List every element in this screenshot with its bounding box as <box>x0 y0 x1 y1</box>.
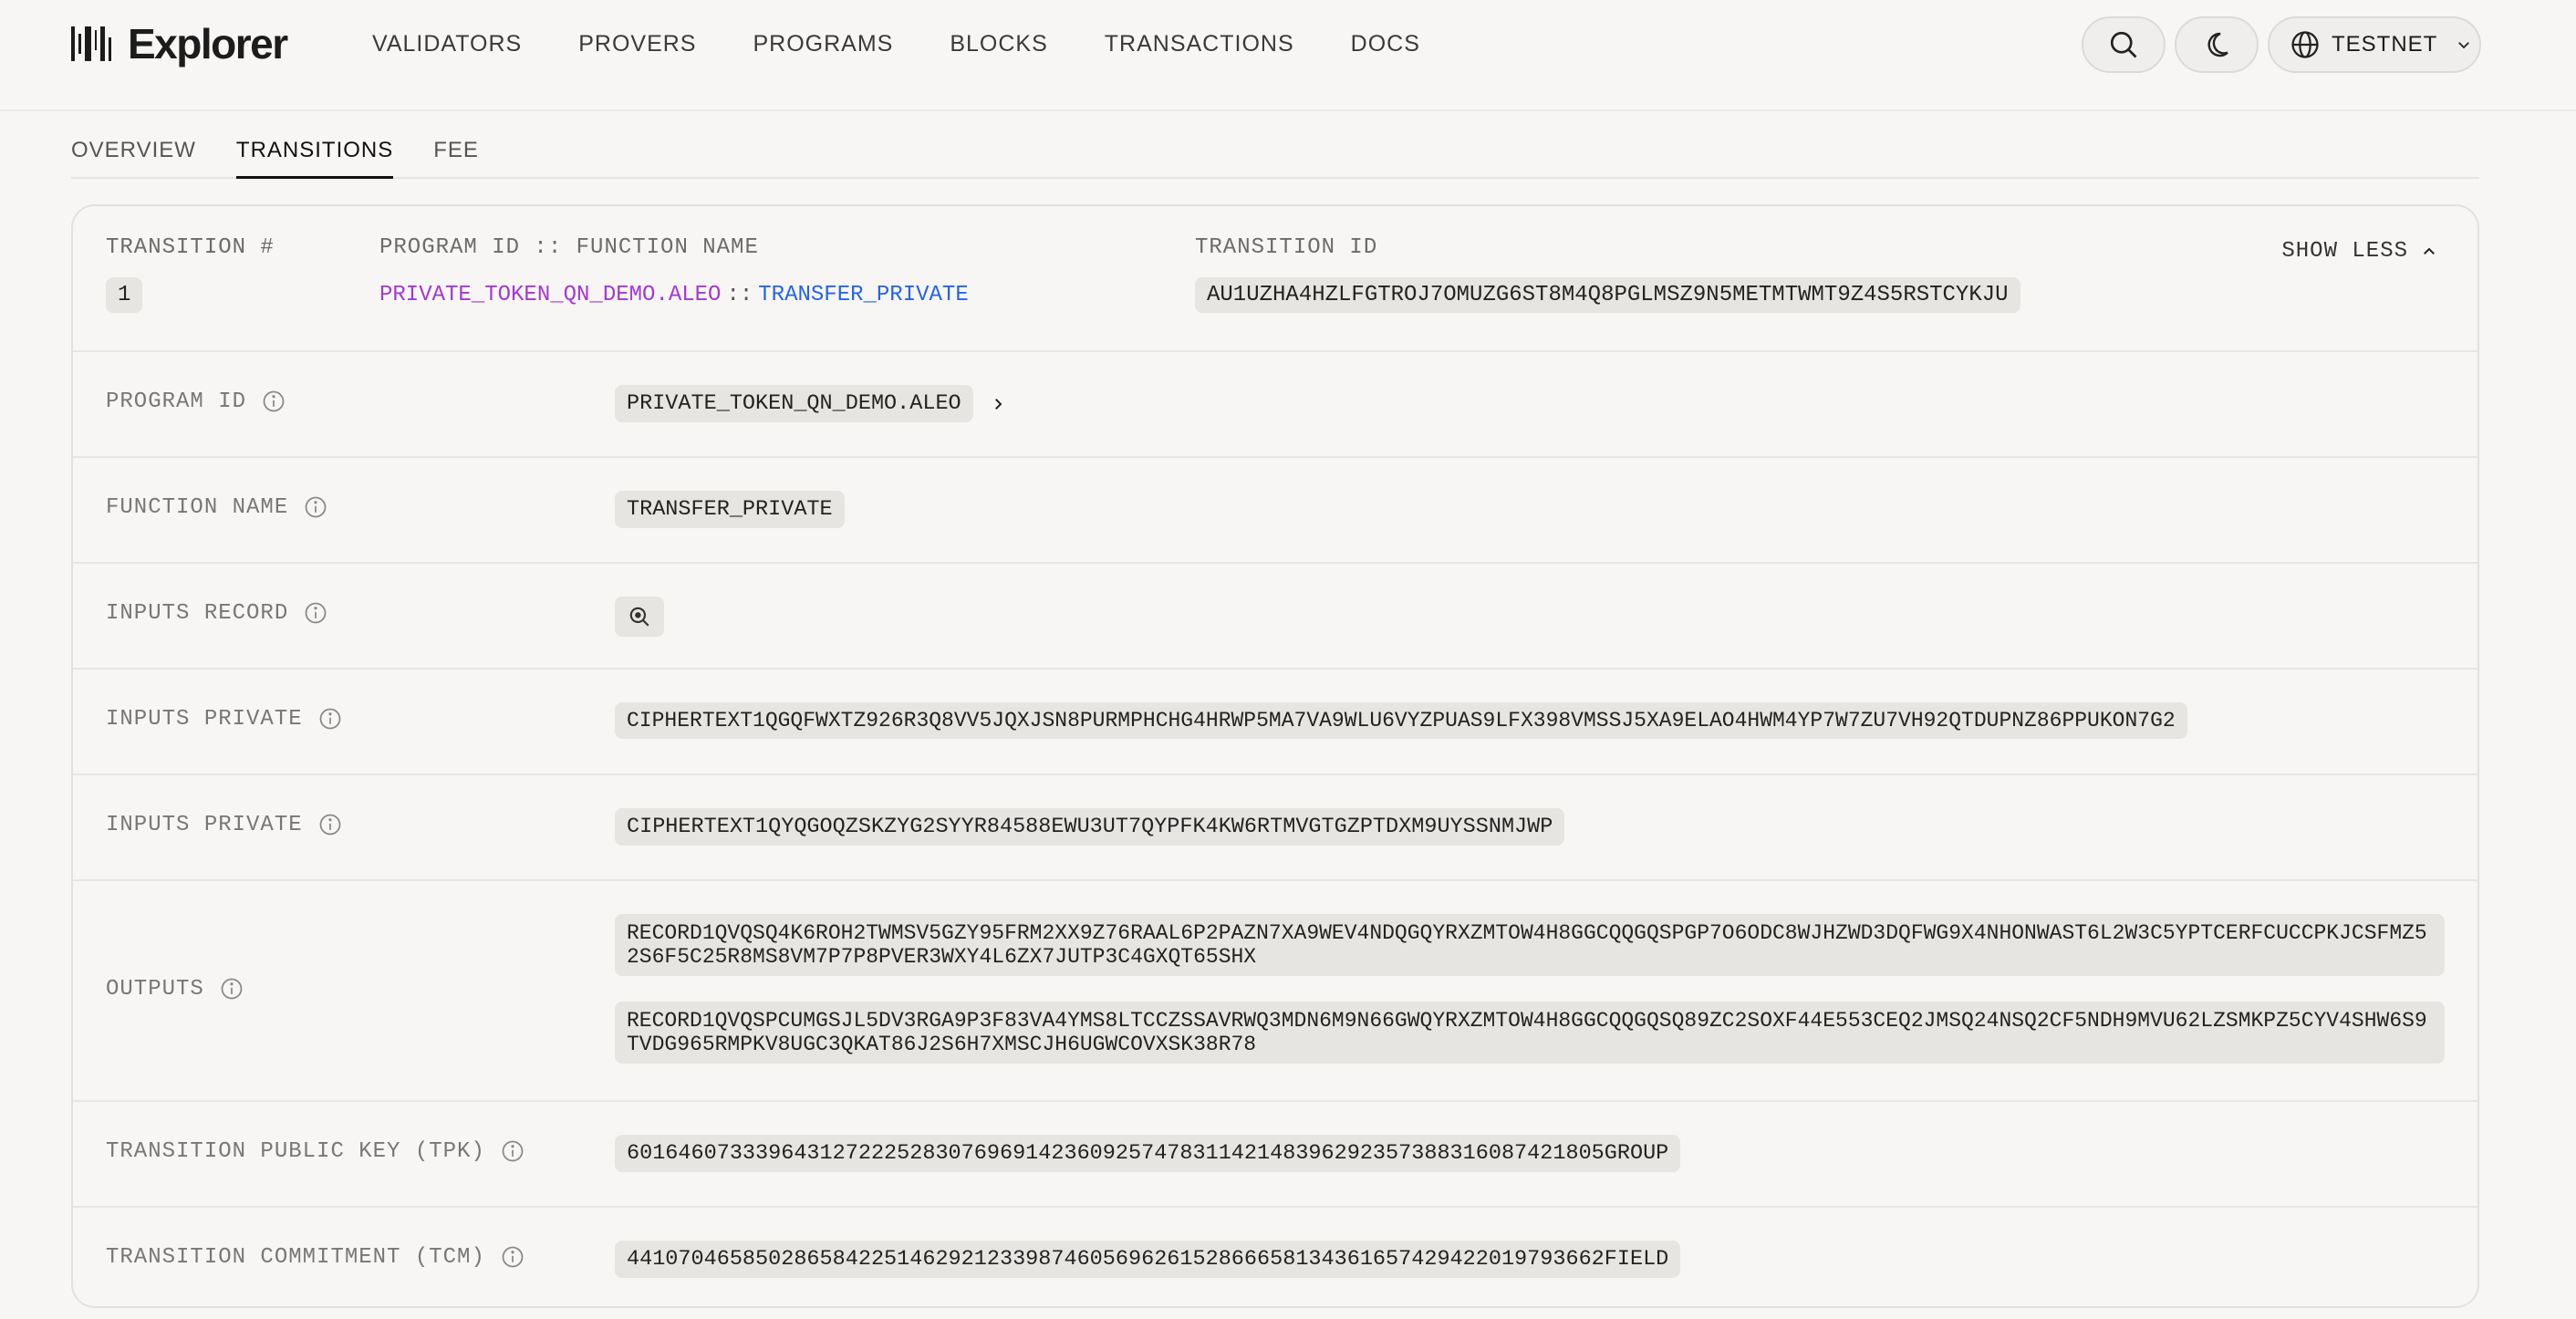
info-icon[interactable] <box>303 494 328 520</box>
inputs-private-label: INPUTS PRIVATE <box>106 812 343 837</box>
info-icon[interactable] <box>500 1244 525 1270</box>
tcm-value: 4410704658502865842251462921233987460569… <box>615 1241 1681 1278</box>
inputs-private-value: CIPHERTEXT1QYQGOQZSKZYG2SYYR84588EWU3UT7… <box>615 808 1565 846</box>
transition-id: AU1UZHA4HZLFGTROJ7OMUZG6ST8M4Q8PGLMSZ9N5… <box>1195 277 2020 313</box>
outputs-label-text: OUTPUTS <box>106 976 204 1002</box>
function-name-pill[interactable]: TRANSFER_PRIVATE <box>615 491 845 528</box>
tcm-label: TRANSITION COMMITMENT (TCM) <box>106 1244 525 1270</box>
transition-id-header: TRANSITION ID <box>1195 235 1378 260</box>
function-name-row: FUNCTION NAME TRANSFER_PRIVATE <box>73 458 2477 564</box>
main-nav: VALIDATORS PROVERS PROGRAMS BLOCKS TRANS… <box>372 27 1420 60</box>
program-id-value: PRIVATE_TOKEN_QN_DEMO.ALEO <box>615 385 1006 422</box>
nav-programs[interactable]: PROGRAMS <box>753 27 893 60</box>
transition-number: 1 <box>106 277 143 313</box>
inputs-private-value: CIPHERTEXT1QGQFWXTZ926R3Q8VV5JQXJSN8PURM… <box>615 702 2187 739</box>
chevron-up-icon <box>2424 247 2435 254</box>
transition-summary: TRANSITION # PROGRAM ID :: FUNCTION NAME… <box>73 206 2477 352</box>
tcm-label-text: TRANSITION COMMITMENT (TCM) <box>106 1244 485 1270</box>
info-icon[interactable] <box>317 812 343 837</box>
info-icon[interactable] <box>317 706 343 732</box>
tab-overview[interactable]: OVERVIEW <box>71 133 196 179</box>
transition-card: TRANSITION # PROGRAM ID :: FUNCTION NAME… <box>71 204 2479 1308</box>
function-name-value: TRANSFER_PRIVATE <box>615 491 845 528</box>
program-function-header: PROGRAM ID :: FUNCTION NAME <box>379 235 759 260</box>
tcm-pill[interactable]: 4410704658502865842251462921233987460569… <box>615 1241 1681 1278</box>
search-button[interactable] <box>2082 16 2166 73</box>
nav-provers[interactable]: PROVERS <box>578 27 696 60</box>
inputs-private-label-text: INPUTS PRIVATE <box>106 706 303 732</box>
program-function-separator: :: <box>726 283 753 307</box>
tpk-label-text: TRANSITION PUBLIC KEY (TPK) <box>106 1138 485 1164</box>
program-id-label-text: PROGRAM ID <box>106 389 247 414</box>
tab-transitions[interactable]: TRANSITIONS <box>235 133 394 179</box>
top-header: Explorer VALIDATORS PROVERS PROGRAMS BLO… <box>0 0 2576 111</box>
info-icon[interactable] <box>219 976 244 1002</box>
program-id-pill[interactable]: PRIVATE_TOKEN_QN_DEMO.ALEO <box>615 385 973 422</box>
tcm-row: TRANSITION COMMITMENT (TCM) 441070465850… <box>73 1208 2477 1306</box>
tpk-value: 6016460733396431272225283076969142360925… <box>615 1135 1681 1172</box>
inputs-record-label: INPUTS RECORD <box>106 600 328 626</box>
zoom-in-icon <box>629 607 649 627</box>
record-output[interactable]: RECORD1QVQSPCUMGSJL5DV3RGA9P3F83VA4YMS8L… <box>615 1002 2445 1064</box>
function-name-link[interactable]: TRANSFER_PRIVATE <box>758 283 968 307</box>
outputs-value: RECORD1QVQSQ4K6ROH2TWMSV5GZY95FRM2XX9Z76… <box>615 914 2445 1064</box>
network-selector[interactable]: TESTNET <box>2268 16 2481 73</box>
program-id-link[interactable]: PRIVATE_TOKEN_QN_DEMO.ALEO <box>379 283 721 307</box>
program-id-label: PROGRAM ID <box>106 389 286 414</box>
transition-id-badge[interactable]: AU1UZHA4HZLFGTROJ7OMUZG6ST8M4Q8PGLMSZ9N5… <box>1195 277 2020 313</box>
inputs-private-label-text: INPUTS PRIVATE <box>106 812 303 837</box>
info-icon[interactable] <box>500 1138 525 1164</box>
transition-number-header: TRANSITION # <box>106 235 275 260</box>
tpk-pill[interactable]: 6016460733396431272225283076969142360925… <box>615 1135 1681 1172</box>
view-record-button[interactable] <box>615 597 664 637</box>
tpk-row: TRANSITION PUBLIC KEY (TPK) 601646073339… <box>73 1102 2477 1208</box>
chevron-down-icon <box>2458 42 2470 49</box>
info-icon[interactable] <box>303 600 328 626</box>
ciphertext-pill[interactable]: CIPHERTEXT1QYQGOQZSKZYG2SYYR84588EWU3UT7… <box>615 808 1565 846</box>
nav-docs[interactable]: DOCS <box>1351 27 1420 60</box>
program-id-row: PROGRAM ID PRIVATE_TOKEN_QN_DEMO.ALEO <box>73 352 2477 458</box>
ciphertext-pill[interactable]: CIPHERTEXT1QGQFWXTZ926R3Q8VV5JQXJSN8PURM… <box>615 702 2187 739</box>
tab-fee[interactable]: FEE <box>433 133 479 179</box>
tpk-label: TRANSITION PUBLIC KEY (TPK) <box>106 1138 525 1164</box>
chevron-right-icon[interactable] <box>990 396 1006 412</box>
outputs-label: OUTPUTS <box>106 976 244 1002</box>
program-function: PRIVATE_TOKEN_QN_DEMO.ALEO:: TRANSFER_PRI… <box>379 283 969 307</box>
logo-mark-icon <box>71 26 112 61</box>
info-icon[interactable] <box>261 389 286 414</box>
show-less-button[interactable]: SHOW LESS <box>2281 239 2437 264</box>
theme-toggle-button[interactable] <box>2175 16 2259 73</box>
nav-validators[interactable]: VALIDATORS <box>372 27 522 60</box>
inputs-record-row: INPUTS RECORD <box>73 564 2477 670</box>
search-icon <box>2110 31 2137 58</box>
inputs-private-row: INPUTS PRIVATE CIPHERTEXT1QYQGOQZSKZYG2S… <box>73 775 2477 881</box>
outputs-row: OUTPUTS RECORD1QVQSQ4K6ROH2TWMSV5GZY95FR… <box>73 881 2477 1102</box>
explorer-logo[interactable]: Explorer <box>71 20 288 68</box>
nav-transactions[interactable]: TRANSACTIONS <box>1105 27 1294 60</box>
record-output[interactable]: RECORD1QVQSQ4K6ROH2TWMSV5GZY95FRM2XX9Z76… <box>615 914 2445 976</box>
inputs-private-row: INPUTS PRIVATE CIPHERTEXT1QGQFWXTZ926R3Q… <box>73 670 2477 775</box>
network-label: TESTNET <box>2332 32 2438 57</box>
inputs-record-value <box>615 597 664 637</box>
show-less-label: SHOW LESS <box>2281 239 2408 264</box>
inputs-private-label: INPUTS PRIVATE <box>106 706 343 732</box>
transition-number-badge: 1 <box>106 277 143 313</box>
function-name-label-text: FUNCTION NAME <box>106 494 289 520</box>
globe-icon <box>2291 31 2319 58</box>
logo-text: Explorer <box>128 20 288 68</box>
function-name-label: FUNCTION NAME <box>106 494 328 520</box>
inputs-record-label-text: INPUTS RECORD <box>106 600 289 626</box>
nav-blocks[interactable]: BLOCKS <box>950 27 1047 60</box>
moon-icon <box>2207 32 2228 57</box>
transaction-tabs: OVERVIEW TRANSITIONS FEE <box>71 133 2479 179</box>
